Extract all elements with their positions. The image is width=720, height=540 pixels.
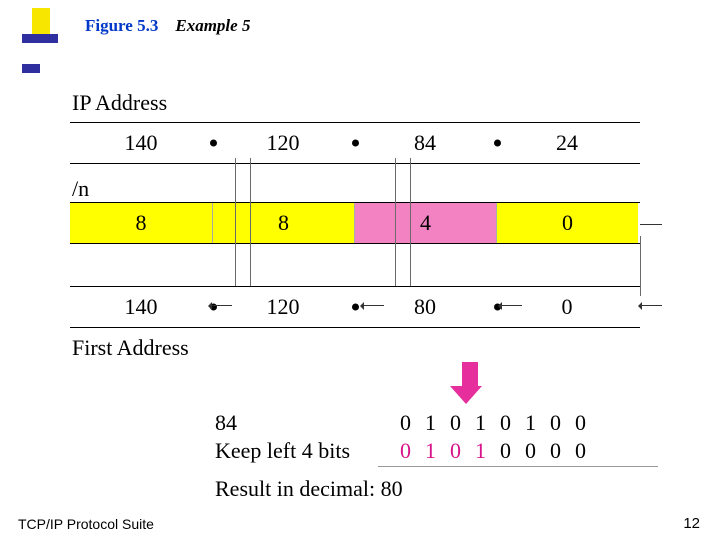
bit: 0 [450, 410, 475, 435]
label-ip-address: IP Address [72, 90, 167, 116]
footer-text: TCP/IP Protocol Suite [18, 516, 154, 532]
mask-octet-3: 4 [354, 203, 496, 243]
ip-octet-1: 140 [70, 123, 212, 163]
row-ip-address: 140 120 84 24 [70, 122, 640, 164]
bit: 0 [400, 438, 425, 463]
bit: 1 [425, 410, 450, 435]
bit: 0 [500, 410, 525, 435]
connector-line [235, 158, 236, 286]
bit: 0 [575, 410, 600, 435]
dot-icon [494, 140, 501, 147]
bit: 0 [450, 438, 475, 463]
arrow-left-icon [500, 305, 522, 306]
bit: 1 [475, 410, 500, 435]
connector-line [395, 158, 396, 286]
row-prefix-mask: 8 8 4 0 [70, 202, 640, 244]
figure-label: Figure 5.3 [85, 16, 158, 35]
ip-octet-4: 24 [496, 123, 638, 163]
first-octet-1: 140 [70, 287, 212, 327]
ip-octet-2: 120 [212, 123, 354, 163]
binary-row2-label: Keep left 4 bits [215, 438, 350, 464]
connector-line [410, 158, 411, 286]
mask-octet-4: 0 [496, 203, 638, 243]
row-first-address: 140 120 80 0 [70, 286, 640, 328]
mask-octet-2: 8 [212, 203, 354, 243]
page-number: 12 [683, 515, 700, 532]
figure-name: Example 5 [175, 16, 250, 35]
bit: 1 [475, 438, 500, 463]
bit: 1 [525, 410, 550, 435]
connector-line [640, 236, 641, 296]
bit: 1 [425, 438, 450, 463]
connector-line [250, 158, 251, 286]
arrow-left-icon [362, 305, 384, 306]
figure-title: Figure 5.3 Example 5 [85, 16, 250, 36]
first-octet-4: 0 [496, 287, 638, 327]
binary-row1: 01010100 [400, 410, 600, 436]
connector-line [640, 224, 662, 225]
bit: 0 [525, 438, 550, 463]
label-first-address: First Address [72, 335, 189, 361]
result-label: Result in decimal: 80 [215, 476, 403, 502]
arrow-left-icon [640, 305, 662, 306]
pink-down-arrow-icon [458, 362, 482, 404]
bit: 0 [550, 410, 575, 435]
binary-row1-label: 84 [215, 410, 237, 436]
ip-octet-3: 84 [354, 123, 496, 163]
mask-octet-1: 8 [70, 203, 212, 243]
bit: 0 [500, 438, 525, 463]
label-prefix-n: /n [72, 176, 89, 202]
first-octet-2: 120 [212, 287, 354, 327]
dot-icon [210, 140, 217, 147]
bit: 0 [400, 410, 425, 435]
first-octet-3: 80 [354, 287, 496, 327]
bits-underline [378, 466, 658, 467]
bit: 0 [550, 438, 575, 463]
bit: 0 [575, 438, 600, 463]
binary-row2: 01010000 [400, 438, 600, 464]
dot-icon [352, 140, 359, 147]
arrow-left-icon [210, 305, 232, 306]
